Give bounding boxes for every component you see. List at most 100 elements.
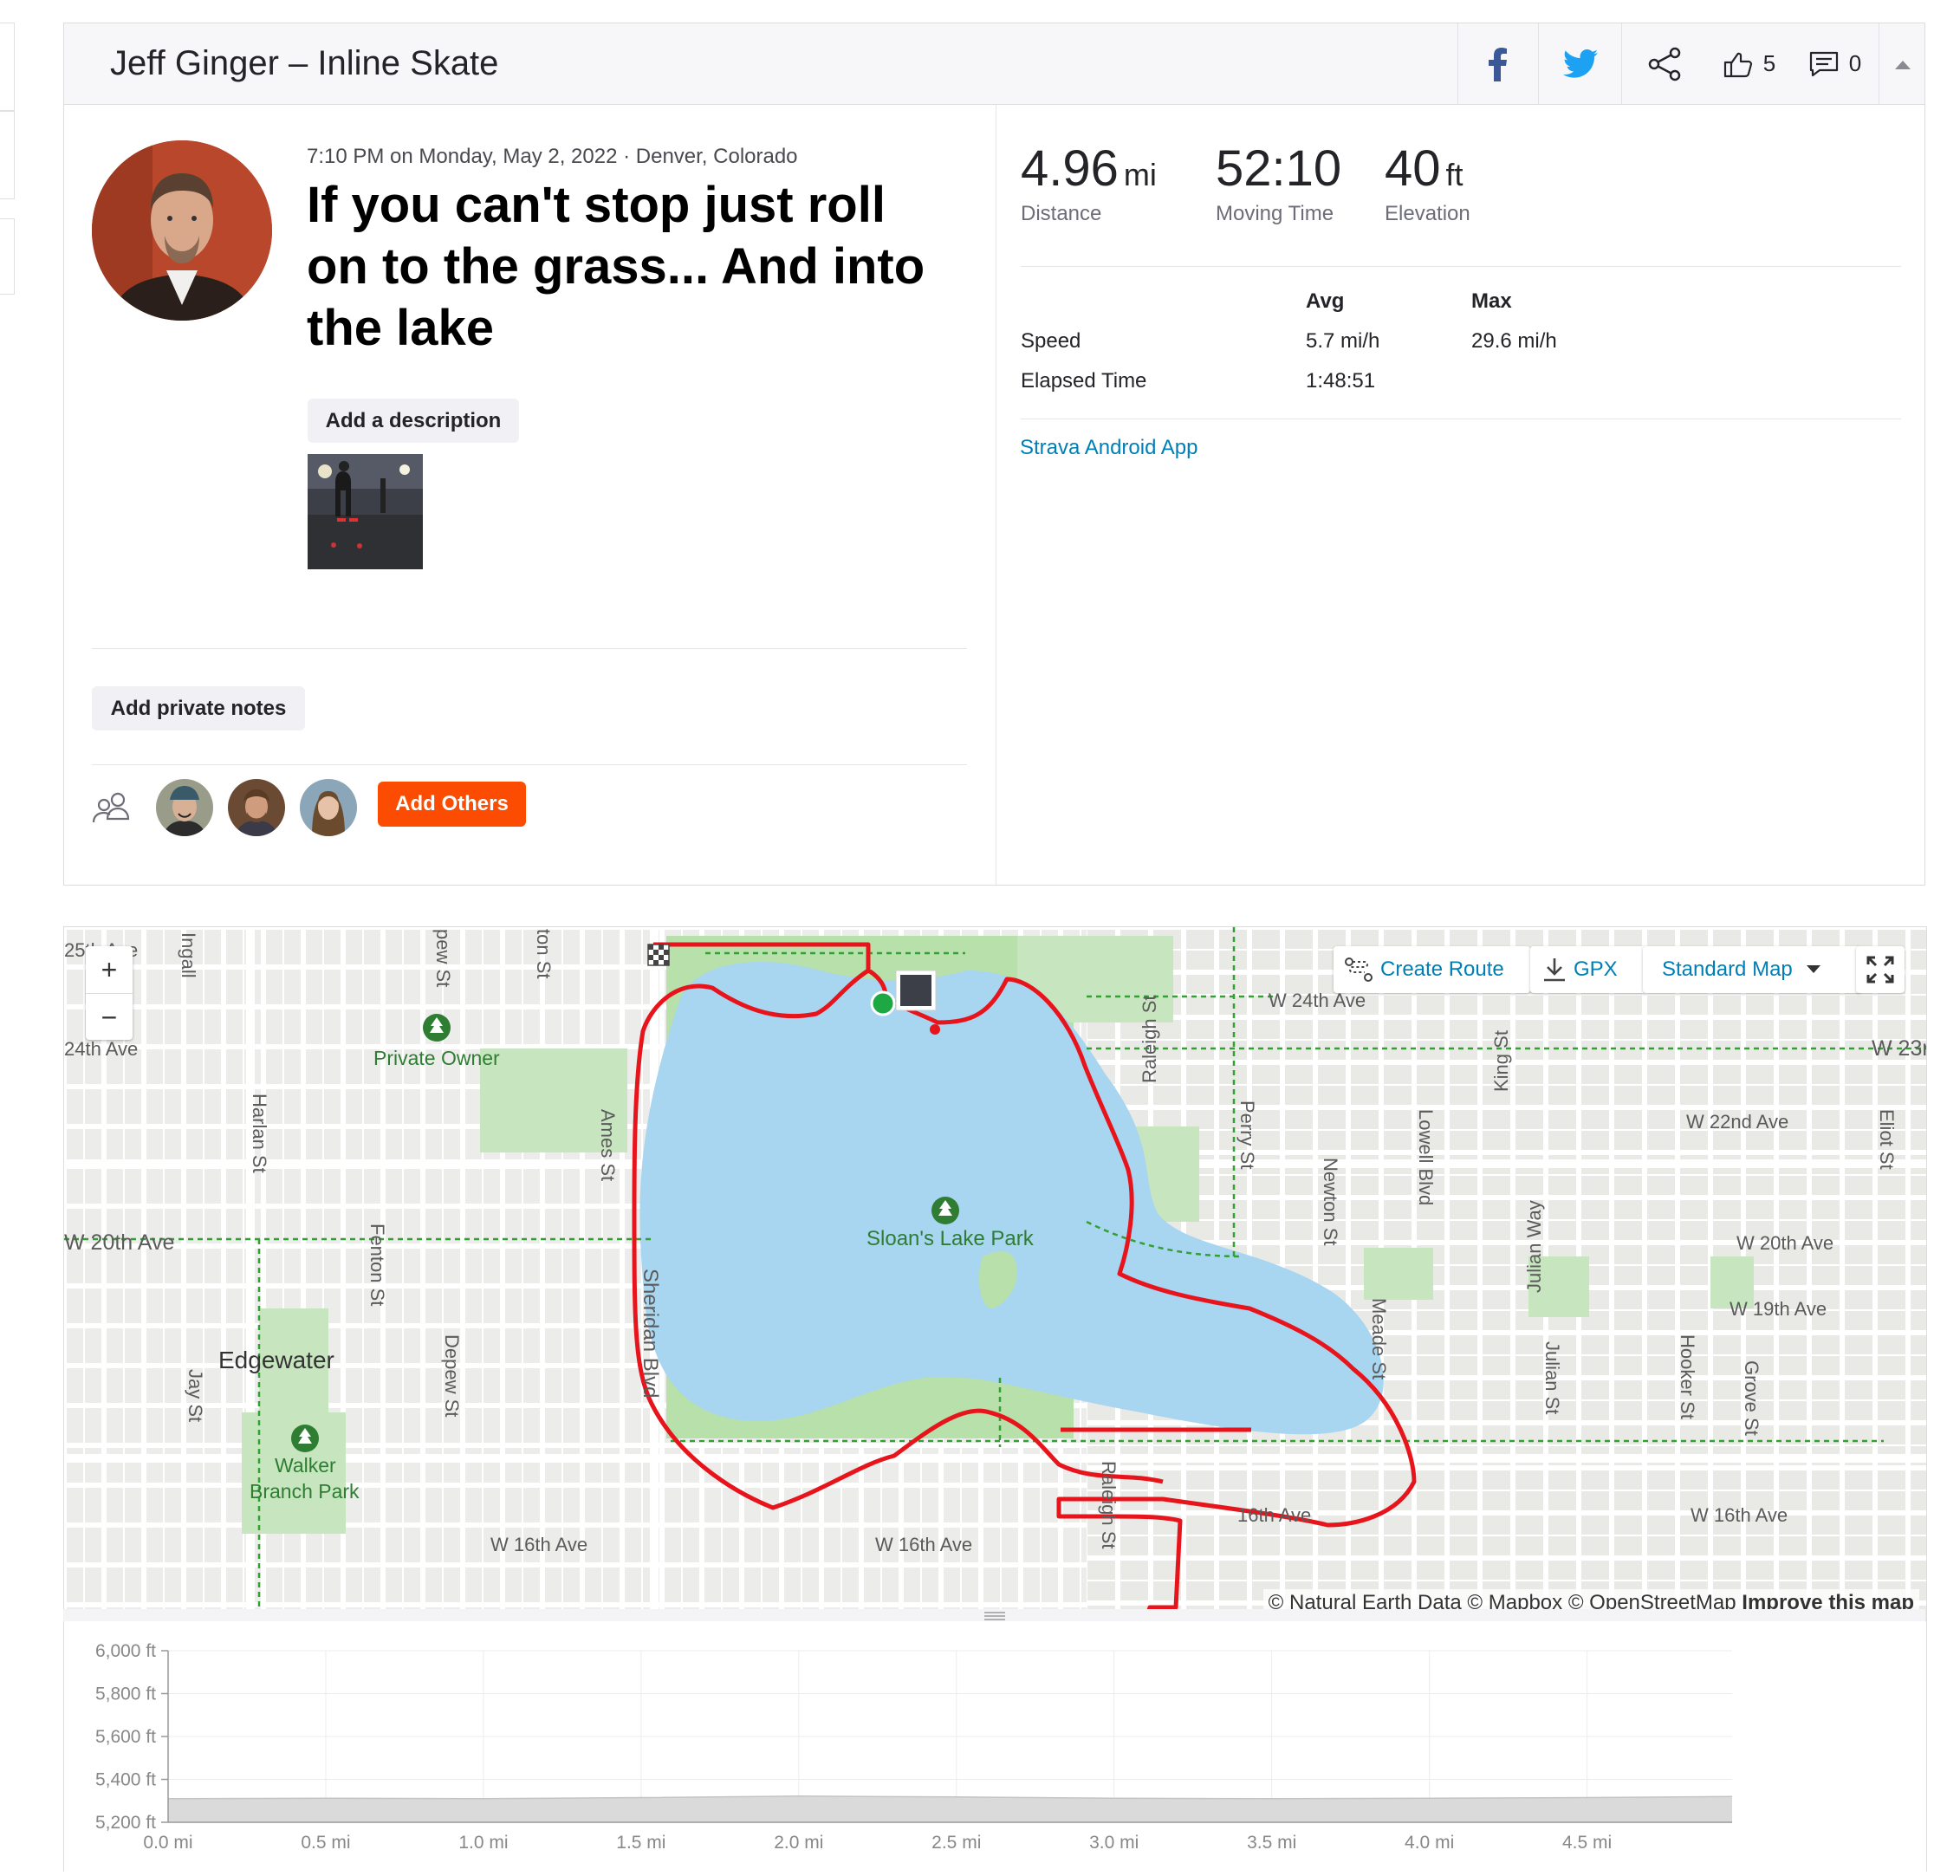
street-label: Ames St [597, 1109, 619, 1182]
map-canvas[interactable] [64, 927, 1926, 1620]
street-label: Newton St [1320, 1158, 1341, 1246]
y-tick-label: 5,600 ft [95, 1727, 156, 1747]
avg-column-header: Avg [1306, 289, 1345, 313]
elapsed-time-label: Elapsed Time [1021, 369, 1147, 393]
park-label: Walker [275, 1454, 336, 1477]
activity-header: Jeff Ginger – Inline Skate 5 0 [64, 23, 1924, 105]
activity-photo[interactable] [308, 454, 423, 569]
street-label: ton St [533, 929, 555, 979]
x-tick-label: 2.5 mi [931, 1833, 981, 1853]
elevation-chart[interactable]: 6,000 ft 5,800 ft 5,600 ft 5,400 ft 5,200 ft… [63, 1621, 1927, 1872]
chevron-down-icon [1806, 965, 1820, 973]
divider [92, 648, 967, 649]
x-tick-label: 2.0 mi [774, 1833, 823, 1853]
moving-time-value: 52:10 [1216, 140, 1342, 197]
add-others-button[interactable]: Add Others [378, 782, 526, 827]
street-label: W 23r [1872, 1036, 1927, 1061]
street-label: Lowell Blvd [1415, 1109, 1437, 1206]
moving-time-label: Moving Time [1216, 202, 1334, 225]
group-icon [92, 791, 135, 830]
twitter-share-button[interactable] [1538, 23, 1621, 104]
device-link[interactable]: Strava Android App [1020, 436, 1197, 460]
activity-summary: 7:10 PM on Monday, May 2, 2022 · Denver,… [64, 105, 995, 885]
kudos-button[interactable]: 5 [1707, 23, 1792, 104]
speed-label: Speed [1021, 329, 1081, 353]
y-tick-label: 6,000 ft [95, 1641, 156, 1661]
athlete-avatar[interactable] [92, 140, 272, 321]
comments-button[interactable]: 0 [1793, 23, 1878, 104]
y-tick-label: 5,800 ft [95, 1685, 156, 1704]
street-label: Jay St [185, 1369, 206, 1423]
side-stub [0, 23, 15, 111]
street-label: Meade St [1368, 1298, 1390, 1380]
distance-unit: mi [1123, 157, 1157, 192]
street-label: Ingall [178, 932, 199, 978]
zoom-in-button[interactable]: + [86, 946, 133, 994]
map-type-label: Standard Map [1662, 957, 1793, 981]
add-private-notes-button[interactable]: Add private notes [92, 686, 305, 730]
park-label: Branch Park [250, 1480, 360, 1503]
x-tick-label: 0.0 mi [143, 1833, 192, 1853]
athlete-avatar-small[interactable] [156, 779, 213, 836]
street-label: W 22nd Ave [1686, 1111, 1789, 1133]
park-label: Sloan's Lake Park [866, 1227, 1034, 1250]
street-label: King St [1490, 1030, 1512, 1092]
street-label: W 20th Ave [1736, 1232, 1834, 1254]
create-route-button[interactable]: Create Route [1334, 946, 1530, 993]
facebook-icon [1489, 47, 1507, 81]
x-tick-label: 4.5 mi [1562, 1833, 1612, 1853]
facebook-share-button[interactable] [1457, 23, 1538, 104]
distance-label: Distance [1021, 202, 1102, 225]
street-label: 16th Ave [1237, 1504, 1312, 1526]
divider [92, 764, 967, 765]
page-title: Jeff Ginger – Inline Skate [110, 44, 499, 82]
add-description-button[interactable]: Add a description [308, 399, 519, 443]
y-tick-label: 5,200 ft [95, 1813, 156, 1833]
speed-avg: 5.7 mi/h [1306, 329, 1380, 353]
expand-icon [1866, 956, 1894, 983]
athlete-avatar-small[interactable] [300, 779, 357, 836]
x-tick-label: 3.5 mi [1247, 1833, 1296, 1853]
activity-title: If you can't stop just roll on to the gr… [307, 177, 925, 356]
activity-stats: 4.96 mi Distance 52:10 Moving Time 40 ft E… [996, 105, 1924, 885]
x-tick-label: 0.5 mi [301, 1833, 350, 1853]
zoom-out-button[interactable]: − [86, 994, 133, 1041]
street-label: Hooker St [1677, 1334, 1698, 1419]
twitter-icon [1562, 49, 1598, 78]
caret-up-icon [1894, 60, 1911, 69]
speed-max: 29.6 mi/h [1471, 329, 1557, 353]
street-label: Fenton St [367, 1224, 388, 1307]
elevation-label: Elevation [1385, 202, 1470, 225]
share-button[interactable] [1621, 23, 1707, 104]
street-label: Sheridan Blvd [639, 1269, 662, 1399]
route-map[interactable]: 25th Ave 24th Ave Ingall pew St ton St P… [63, 926, 1927, 1621]
street-label: Raleigh St [1139, 995, 1160, 1083]
map-type-select[interactable]: Standard Map [1643, 946, 1861, 993]
elevation-chart-canvas[interactable]: 6,000 ft 5,800 ft 5,600 ft 5,400 ft 5,200 ft… [64, 1621, 1924, 1872]
street-label: Eliot St [1876, 1109, 1898, 1170]
street-label: Raleigh St [1098, 1461, 1120, 1549]
fullscreen-button[interactable] [1856, 946, 1905, 993]
park-label: Private Owner [373, 1047, 500, 1069]
divider [1021, 266, 1901, 267]
athlete-avatar-small[interactable] [228, 779, 285, 836]
resize-handle[interactable] [63, 1609, 1925, 1621]
zoom-controls: + − [86, 946, 133, 1040]
street-label: W 16th Ave [490, 1534, 588, 1555]
street-label: W 20th Ave [64, 1230, 175, 1255]
collapse-button[interactable] [1879, 23, 1925, 104]
gpx-label: GPX [1574, 957, 1618, 981]
comments-count: 0 [1848, 50, 1862, 76]
activity-meta: 7:10 PM on Monday, May 2, 2022 · Denver,… [307, 145, 798, 168]
elapsed-time-value: 1:48:51 [1306, 369, 1376, 393]
gpx-download-button[interactable]: GPX [1530, 946, 1646, 993]
street-label: Julian Way [1523, 1200, 1545, 1293]
street-label: W 19th Ave [1730, 1298, 1827, 1320]
x-tick-label: 1.5 mi [616, 1833, 665, 1853]
y-tick-label: 5,400 ft [95, 1770, 156, 1790]
elevation-number: 40 [1385, 140, 1441, 197]
elevation-value: 40 ft [1385, 140, 1464, 198]
distance-value: 4.96 mi [1021, 140, 1157, 198]
street-label: Julian St [1541, 1341, 1563, 1415]
street-label: Perry St [1236, 1100, 1258, 1170]
